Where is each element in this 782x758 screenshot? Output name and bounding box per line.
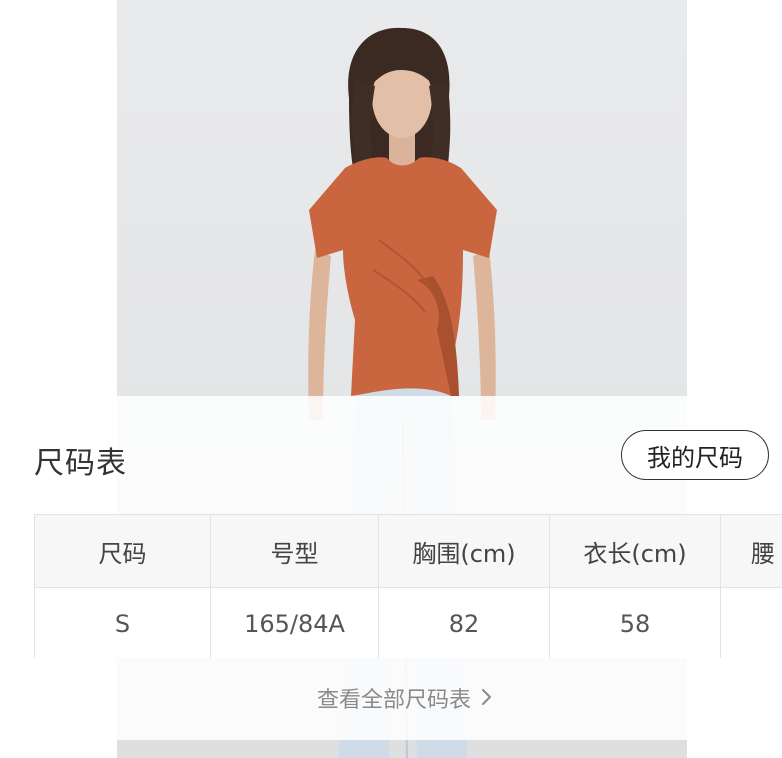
table-row: S 165/84A 82 58	[34, 587, 782, 658]
size-table: 尺码 号型 胸围(cm) 衣长(cm) 腰 S 165/84A 82 58	[34, 514, 782, 658]
cell-waist	[720, 587, 782, 658]
size-chart-title: 尺码表	[34, 446, 127, 481]
cell-size: S	[34, 587, 211, 658]
view-all-size-chart-link[interactable]: 查看全部尺码表	[0, 682, 782, 714]
cell-length: 58	[549, 587, 721, 658]
my-size-button[interactable]: 我的尺码	[621, 430, 769, 480]
cell-fit: 165/84A	[210, 587, 379, 658]
cell-bust: 82	[378, 587, 550, 658]
header-waist: 腰	[720, 514, 782, 588]
header-fit: 号型	[210, 514, 379, 588]
view-all-label: 查看全部尺码表	[316, 688, 471, 713]
product-page: 尺码表 我的尺码 尺码 号型 胸围(cm) 衣长(cm) 腰 S 165/84A…	[0, 0, 782, 758]
chevron-right-icon	[481, 687, 493, 713]
header-bust: 胸围(cm)	[378, 514, 550, 588]
header-size: 尺码	[34, 514, 211, 588]
table-header-row: 尺码 号型 胸围(cm) 衣长(cm) 腰	[34, 514, 782, 588]
header-length: 衣长(cm)	[549, 514, 721, 588]
size-table-scroll[interactable]: 尺码 号型 胸围(cm) 衣长(cm) 腰 S 165/84A 82 58	[34, 514, 782, 658]
